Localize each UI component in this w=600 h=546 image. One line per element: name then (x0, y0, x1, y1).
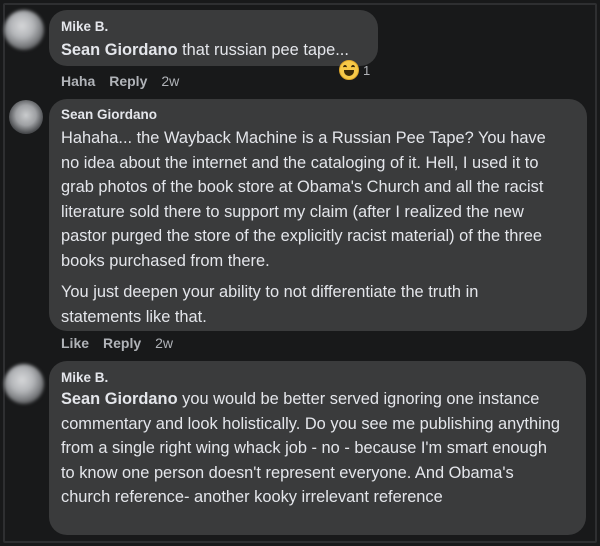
comment-author[interactable]: Sean Giordano (61, 107, 157, 122)
mention-link[interactable]: Sean Giordano (61, 390, 178, 408)
comment-text: Sean Giordano you would be better served… (61, 387, 561, 510)
reply-button[interactable]: Reply (103, 335, 141, 351)
like-button[interactable]: Like (61, 335, 89, 351)
mention-link[interactable]: Sean Giordano (61, 41, 178, 59)
avatar-mike[interactable] (4, 364, 44, 404)
haha-emoji-icon (339, 60, 359, 80)
reaction-count: 1 (363, 62, 371, 78)
comment-bubble-2: Sean Giordano Hahaha... the Wayback Mach… (49, 99, 587, 331)
comment-author[interactable]: Mike B. (61, 19, 108, 34)
avatar-sean[interactable] (9, 100, 43, 134)
timestamp[interactable]: 2w (161, 73, 179, 89)
comment-author[interactable]: Mike B. (61, 370, 108, 385)
comment-bubble-3: Mike B. Sean Giordano you would be bette… (49, 361, 586, 535)
timestamp[interactable]: 2w (155, 335, 173, 351)
avatar-mike[interactable] (4, 10, 44, 50)
reply-button[interactable]: Reply (109, 73, 147, 89)
reaction-summary[interactable]: 1 (339, 60, 370, 80)
comment-paragraph: Hahaha... the Wayback Machine is a Russi… (61, 129, 546, 270)
comment-paragraph: You just deepen your ability to not diff… (61, 283, 479, 326)
comment-text: Hahaha... the Wayback Machine is a Russi… (61, 126, 561, 329)
haha-button[interactable]: Haha (61, 73, 95, 89)
comment-actions-1: Haha Reply 2w (61, 73, 193, 89)
comment-actions-2: Like Reply 2w (61, 335, 187, 351)
comment-body: that russian pee tape... (177, 41, 349, 59)
comment-text: Sean Giordano that russian pee tape... (61, 38, 371, 63)
comment-bubble-1: Mike B. Sean Giordano that russian pee t… (49, 10, 378, 66)
